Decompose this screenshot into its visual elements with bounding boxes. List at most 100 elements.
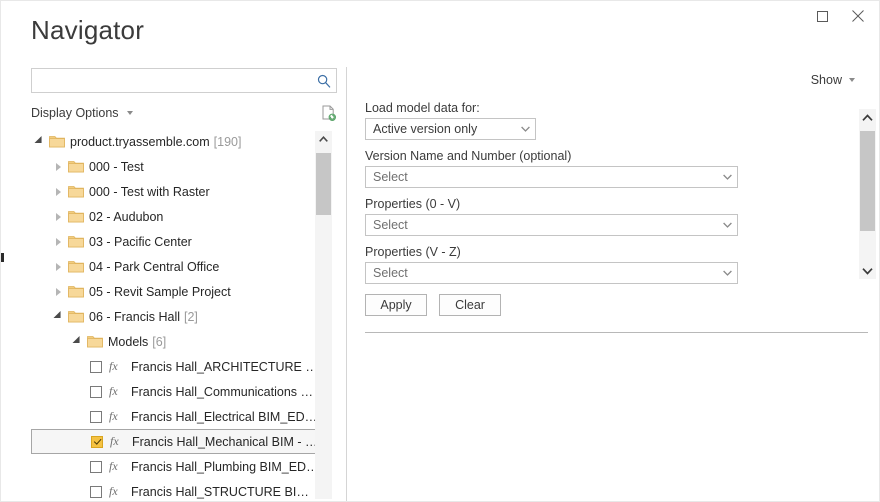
section-divider xyxy=(365,332,868,333)
tree-node-label: Models xyxy=(108,334,149,349)
tree-item-row[interactable]: fx Francis Hall_Communications BIM_E... xyxy=(31,379,319,404)
triangle-collapsed-icon[interactable] xyxy=(52,262,67,272)
search-input[interactable] xyxy=(32,69,312,92)
display-options-dropdown[interactable]: Display Options xyxy=(31,106,133,120)
triangle-collapsed-icon[interactable] xyxy=(52,237,67,247)
tree-node-label: 03 - Pacific Center xyxy=(89,234,192,249)
dropdown-select[interactable]: Active version only xyxy=(365,118,536,140)
folder-icon xyxy=(67,235,85,248)
tree-folder-row[interactable]: 000 - Test xyxy=(31,154,319,179)
folder-icon xyxy=(67,210,85,223)
apply-button[interactable]: Apply xyxy=(365,294,427,316)
chevron-down-icon[interactable] xyxy=(515,126,535,132)
tree-node-label: Francis Hall_ARCHITECTURE BIM_20... xyxy=(131,359,319,374)
tree-node-label: Francis Hall_Plumbing BIM_EDDIE xyxy=(131,459,319,474)
tree-folder-row[interactable]: Models [6] xyxy=(31,329,319,354)
tree-folder-row[interactable]: 06 - Francis Hall [2] xyxy=(31,304,319,329)
tree-node-label: 000 - Test xyxy=(89,159,144,174)
dropdown-value: Select xyxy=(373,218,408,232)
page-title: Navigator xyxy=(31,15,145,45)
fx-icon: fx xyxy=(109,459,118,473)
model-tree[interactable]: product.tryassemble.com [190] 000 - Test 00… xyxy=(31,129,337,501)
triangle-expanded-icon[interactable] xyxy=(33,135,48,147)
tree-folder-row[interactable]: 02 - Audubon xyxy=(31,204,319,229)
folder-icon xyxy=(67,185,85,198)
tree-node-label: 02 - Audubon xyxy=(89,209,164,224)
tree-node-label: 05 - Revit Sample Project xyxy=(89,284,231,299)
tree-node-label: 04 - Park Central Office xyxy=(89,259,220,274)
tree-scrollbar[interactable] xyxy=(315,131,332,499)
display-options-row: Display Options xyxy=(31,102,337,124)
triangle-collapsed-icon[interactable] xyxy=(52,187,67,197)
maximize-button[interactable] xyxy=(807,3,837,29)
close-button[interactable] xyxy=(843,3,873,29)
scroll-down-arrow[interactable] xyxy=(859,262,876,279)
tree-item-row[interactable]: fx Francis Hall_STRUCTURE BIM_ EDDIE xyxy=(31,479,319,501)
right-pane-scrollbar[interactable] xyxy=(859,109,876,279)
chevron-down-icon[interactable] xyxy=(717,270,737,276)
fx-icon: fx xyxy=(109,484,118,498)
chevron-down-icon[interactable] xyxy=(717,222,737,228)
tree-node-label: 06 - Francis Hall xyxy=(89,309,180,324)
dropdown-select[interactable]: Select xyxy=(365,262,738,284)
chevron-down-icon xyxy=(126,111,133,115)
field-label: Properties (V - Z) xyxy=(365,245,461,259)
right-scrollbar-thumb[interactable] xyxy=(860,131,875,231)
tree-scrollbar-thumb[interactable] xyxy=(316,153,331,215)
fx-icon: fx xyxy=(110,434,119,448)
folder-icon xyxy=(67,310,85,323)
dropdown-value: Select xyxy=(373,266,408,280)
field-label: Load model data for: xyxy=(365,101,480,115)
left-pane: Display Options product.tryassemble.com[… xyxy=(1,59,346,501)
model-checkbox[interactable] xyxy=(91,435,103,448)
tree-folder-row[interactable]: product.tryassemble.com [190] xyxy=(31,129,319,154)
search-box[interactable] xyxy=(31,68,337,93)
tree-item-row[interactable]: fx Francis Hall_Mechanical BIM - SCHE... xyxy=(31,429,319,454)
triangle-expanded-icon[interactable] xyxy=(71,335,86,347)
tree-item-row[interactable]: fx Francis Hall_Electrical BIM_EDDIE xyxy=(31,404,319,429)
navigator-dialog: Navigator Show Display Options product.t… xyxy=(0,0,880,502)
left-edge-marker xyxy=(1,253,4,262)
tree-folder-row[interactable]: 000 - Test with Raster xyxy=(31,179,319,204)
triangle-expanded-icon[interactable] xyxy=(52,310,67,322)
tree-node-label: Francis Hall_Mechanical BIM - SCHE... xyxy=(132,434,318,449)
field-label: Properties (0 - V) xyxy=(365,197,461,211)
maximize-icon xyxy=(816,10,828,22)
dropdown-value: Select xyxy=(373,170,408,184)
field-label: Version Name and Number (optional) xyxy=(365,149,572,163)
model-checkbox[interactable] xyxy=(90,385,102,398)
dropdown-value: Active version only xyxy=(373,122,478,136)
dropdown-select[interactable]: Select xyxy=(365,214,738,236)
tree-node-label: 000 - Test with Raster xyxy=(89,184,210,199)
tree-node-count: [2] xyxy=(184,309,198,324)
fx-icon: fx xyxy=(109,409,118,423)
triangle-collapsed-icon[interactable] xyxy=(52,162,67,172)
fx-icon: fx xyxy=(109,384,118,398)
triangle-collapsed-icon[interactable] xyxy=(52,287,67,297)
tree-folder-row[interactable]: 03 - Pacific Center xyxy=(31,229,319,254)
scroll-up-arrow[interactable] xyxy=(859,109,876,126)
tree-node-count: [190] xyxy=(213,134,242,149)
model-checkbox[interactable] xyxy=(90,485,102,498)
folder-icon xyxy=(48,135,66,148)
clear-button[interactable]: Clear xyxy=(439,294,501,316)
tree-node-label: Francis Hall_Electrical BIM_EDDIE xyxy=(131,409,319,424)
tree-node-label: Francis Hall_Communications BIM_E... xyxy=(131,384,319,399)
model-checkbox[interactable] xyxy=(90,460,102,473)
tree-folder-row[interactable]: 04 - Park Central Office xyxy=(31,254,319,279)
tree-node-label: Francis Hall_STRUCTURE BIM_ EDDIE xyxy=(131,484,319,499)
chevron-down-icon[interactable] xyxy=(717,174,737,180)
folder-icon xyxy=(67,160,85,173)
refresh-document-icon[interactable] xyxy=(319,104,337,122)
triangle-collapsed-icon[interactable] xyxy=(52,212,67,222)
tree-item-row[interactable]: fx Francis Hall_Plumbing BIM_EDDIE xyxy=(31,454,319,479)
window-controls xyxy=(807,1,873,31)
search-icon[interactable] xyxy=(312,69,336,92)
model-checkbox[interactable] xyxy=(90,410,102,423)
dropdown-select[interactable]: Select xyxy=(365,166,738,188)
tree-item-row[interactable]: fx Francis Hall_ARCHITECTURE BIM_20... xyxy=(31,354,319,379)
model-checkbox[interactable] xyxy=(90,360,102,373)
tree-folder-row[interactable]: 05 - Revit Sample Project xyxy=(31,279,319,304)
scroll-up-arrow[interactable] xyxy=(315,131,332,148)
folder-icon xyxy=(67,285,85,298)
